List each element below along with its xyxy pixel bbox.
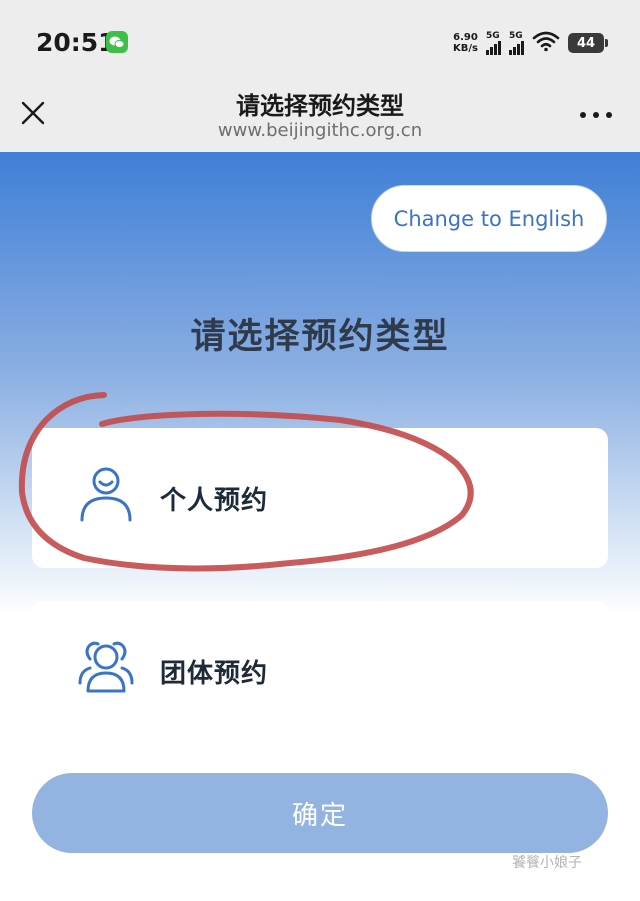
- change-language-button[interactable]: Change to English: [371, 185, 607, 252]
- more-options-button[interactable]: [580, 110, 612, 120]
- wechat-notification-icon: [106, 31, 128, 53]
- signal-icon: 5G: [509, 31, 524, 55]
- nav-url: www.beijingithc.org.cn: [217, 120, 423, 141]
- option-label: 个人预约: [160, 486, 269, 516]
- nav-title: 请选择预约类型: [236, 92, 404, 120]
- status-icons: 6.90 KB/s 5G 5G 44: [453, 28, 608, 58]
- watermark: 饕餮小娘子: [512, 855, 582, 871]
- group-icon: [76, 637, 136, 697]
- network-speed-value: 6.90: [453, 32, 478, 43]
- option-label: 团体预约: [160, 659, 269, 689]
- network-speed-unit: KB/s: [453, 43, 478, 54]
- group-reservation-option[interactable]: 团体预约: [32, 601, 608, 741]
- battery-icon: 44: [568, 33, 608, 53]
- person-icon: [76, 464, 136, 524]
- signal-label: 5G: [486, 31, 500, 41]
- main-content: Change to English 请选择预约类型 个人预约 团体预约 确定 饕: [0, 152, 640, 901]
- more-icon-dot: [593, 112, 599, 118]
- wifi-icon: [532, 30, 560, 56]
- signal-icon: 5G: [486, 31, 501, 55]
- network-speed: 6.90 KB/s: [453, 32, 478, 54]
- status-time: 20:51: [36, 28, 116, 57]
- page-title: 请选择预约类型: [190, 317, 450, 357]
- more-icon-dot: [606, 112, 612, 118]
- individual-reservation-option[interactable]: 个人预约: [32, 428, 608, 568]
- confirm-button[interactable]: 确定: [32, 773, 608, 853]
- signal-label: 5G: [509, 31, 523, 41]
- status-bar: 20:51 6.90 KB/s 5G 5G 44: [0, 0, 640, 80]
- more-icon-dot: [580, 112, 586, 118]
- nav-bar: 请选择预约类型 www.beijingithc.org.cn: [0, 80, 640, 152]
